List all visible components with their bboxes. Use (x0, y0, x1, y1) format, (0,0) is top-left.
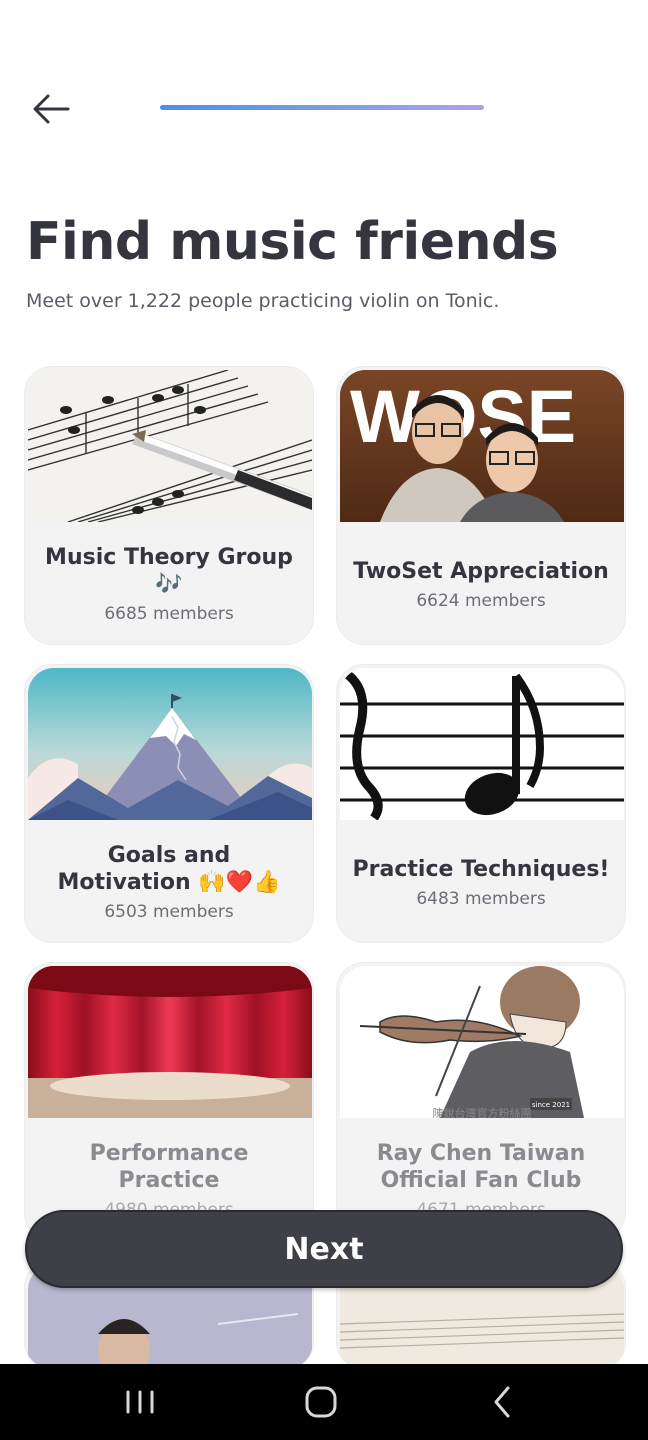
page-subtitle: Meet over 1,222 people practicing violin… (26, 290, 500, 312)
top-bar (0, 0, 648, 160)
system-nav-bar (0, 1364, 648, 1440)
group-card-twoset[interactable]: WOSE TwoSet Appreciation 6624 members (336, 366, 626, 645)
home-button[interactable] (291, 1382, 351, 1422)
group-name: Performance Practice (89, 1141, 249, 1193)
group-name: Music Theory Group 🎶 (45, 545, 293, 597)
group-image-twoset-poster: WOSE (340, 370, 624, 522)
group-members-count: 6624 members (416, 590, 546, 611)
group-card-practice-techniques[interactable]: Practice Techniques! 6483 members (336, 664, 626, 943)
next-button[interactable]: Next (25, 1210, 623, 1288)
group-image-violinist: since 2021 陳銳台灣官方粉絲團 (340, 966, 624, 1118)
group-name: Ray Chen Taiwan Official Fan Club (376, 1141, 586, 1193)
recents-icon (126, 1390, 154, 1414)
home-icon (305, 1386, 337, 1418)
progress-bar (160, 105, 484, 110)
group-members-count: 6483 members (416, 888, 546, 909)
chevron-left-icon (494, 1386, 510, 1418)
group-members-count: 6503 members (104, 902, 234, 922)
group-image-music-notes (340, 668, 624, 820)
group-image-sheet-music (28, 370, 312, 522)
fan-club-image-caption: 陳銳台灣官方粉絲團 (433, 1106, 532, 1118)
system-back-button[interactable] (472, 1382, 532, 1422)
group-image-stage-curtain (28, 966, 312, 1118)
group-members-count: 6685 members (104, 604, 234, 624)
group-image-mountain (28, 668, 312, 820)
recents-button[interactable] (110, 1382, 170, 1422)
page-title: Find music friends (26, 212, 559, 272)
group-name: Practice Techniques! (352, 856, 610, 882)
group-card-goals[interactable]: Goals and Motivation 🙌❤️👍 6503 members (24, 664, 314, 943)
group-card-performance[interactable]: Performance Practice 4980 members (24, 962, 314, 1241)
group-card-ray-chen-fan-club[interactable]: since 2021 陳銳台灣官方粉絲團 Ray Chen Taiwan Off… (336, 962, 626, 1241)
group-card-music-theory[interactable]: Music Theory Group 🎶 6685 members (24, 366, 314, 645)
back-button[interactable] (28, 88, 76, 130)
arrow-left-icon (33, 94, 70, 124)
group-name: Goals and Motivation 🙌❤️👍 (57, 843, 281, 895)
fan-club-since-badge: since 2021 (532, 1101, 570, 1109)
group-name: TwoSet Appreciation (353, 558, 609, 584)
